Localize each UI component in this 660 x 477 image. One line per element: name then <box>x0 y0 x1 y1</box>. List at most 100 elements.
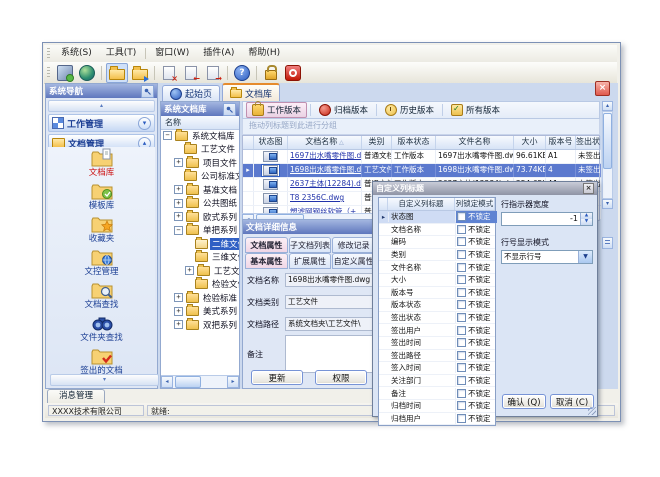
dialog-row-4[interactable]: 文件名称不锁定 <box>379 261 495 274</box>
doc-checkin-button[interactable] <box>181 64 201 82</box>
row-indicator-width-spinner[interactable]: -1 ▲ ▼ <box>501 212 593 226</box>
expand-icon[interactable]: + <box>174 307 183 316</box>
table-row-1[interactable]: ▸1698出水嘴零件图.dwg工艺文件工作版本1698出水嘴零件图.dwg73.… <box>243 164 599 178</box>
permission-button[interactable]: 权限 <box>315 370 367 385</box>
tree-node-3[interactable]: 公司标准文件 <box>161 170 239 184</box>
lock-checkbox[interactable] <box>457 237 466 246</box>
pin-icon[interactable] <box>223 103 236 116</box>
lock-checkbox[interactable] <box>457 401 466 410</box>
detail-tab-tabs_row2-2[interactable]: 自定义属性 <box>332 253 375 269</box>
dialog-row-15[interactable]: 归档时间不锁定 <box>379 400 495 413</box>
lock-checkbox[interactable] <box>457 363 466 372</box>
sidebar-item-6[interactable]: 签出的文档 <box>48 345 155 377</box>
column-title-header[interactable]: 自定义列标题 <box>388 198 455 210</box>
sidebar-group-work[interactable]: 工作管理 ▾ <box>48 114 155 132</box>
dialog-row-0[interactable]: ▸状态图不锁定 <box>379 211 495 224</box>
detail-tab-tabs_row2-0[interactable]: 基本属性 <box>245 253 288 269</box>
document-link[interactable]: 1697出水嘴零件图.dwg <box>290 151 362 160</box>
help-button[interactable] <box>232 64 252 82</box>
expand-icon[interactable]: + <box>174 212 183 221</box>
expand-icon[interactable]: + <box>174 293 183 302</box>
lock-checkbox[interactable] <box>457 212 466 221</box>
open-library-button[interactable] <box>106 63 128 83</box>
detail-tab-tabs_row1-1[interactable]: 子文档列表 <box>289 237 332 253</box>
column-header-3[interactable]: 版本状态 <box>392 136 436 149</box>
tree-node-14[interactable]: +双把系列 <box>161 318 239 332</box>
version-button-1[interactable]: 归档版本 <box>314 103 373 117</box>
tree-node-10[interactable]: +工艺文件 <box>161 264 239 278</box>
sidebar-item-0[interactable]: 文档库 <box>48 147 155 180</box>
expand-icon[interactable]: + <box>174 199 183 208</box>
monitor-status-button[interactable] <box>55 64 75 82</box>
dialog-row-1[interactable]: 文档名称不锁定 <box>379 224 495 237</box>
menu-item-2[interactable]: 窗口(W) <box>148 46 196 61</box>
sidebar-item-4[interactable]: 文档查找 <box>48 279 155 312</box>
update-button[interactable]: 更新 <box>251 370 303 385</box>
switch-library-button[interactable] <box>130 64 150 82</box>
spin-down-icon[interactable]: ▼ <box>580 219 592 225</box>
menu-item-3[interactable]: 插件(A) <box>196 46 241 61</box>
doc-path-field[interactable]: 系统文档夹\工艺文件\ <box>285 317 374 331</box>
dialog-row-7[interactable]: 版本状态不锁定 <box>379 299 495 312</box>
dialog-row-10[interactable]: 签出时间不锁定 <box>379 337 495 350</box>
doc-delete-button[interactable] <box>159 64 179 82</box>
tree-node-11[interactable]: 检验文件 <box>161 278 239 292</box>
scrollbar-thumb[interactable] <box>603 113 612 169</box>
document-link[interactable]: 1698出水嘴零件图.dwg <box>290 165 362 174</box>
dialog-row-9[interactable]: 签出用户不锁定 <box>379 324 495 337</box>
pin-icon[interactable] <box>141 85 154 98</box>
dialog-row-5[interactable]: 大小不锁定 <box>379 274 495 287</box>
dialog-row-12[interactable]: 签入时间不锁定 <box>379 362 495 375</box>
lock-checkbox[interactable] <box>457 300 466 309</box>
collapse-icon[interactable]: − <box>163 131 172 140</box>
column-header-2[interactable]: 类别 <box>362 136 392 149</box>
lock-checkbox[interactable] <box>457 263 466 272</box>
dialog-row-8[interactable]: 签出状态不锁定 <box>379 312 495 325</box>
sidebar-item-1[interactable]: 模板库 <box>48 180 155 213</box>
sidebar-item-2[interactable]: 收藏夹 <box>48 213 155 246</box>
tree-node-8[interactable]: 二维文件 <box>161 237 239 251</box>
table-row-0[interactable]: 1697出水嘴零件图.dwg普通文档工作版本1697出水嘴零件图.dwg96.6… <box>243 150 599 164</box>
lock-checkbox[interactable] <box>457 326 466 335</box>
column-header-1[interactable]: 文档名称 △ <box>288 136 362 149</box>
tab-message-management[interactable]: 消息管理 <box>47 389 105 404</box>
remark-field[interactable] <box>285 335 374 373</box>
document-link[interactable]: 2637主体(12284).dwg <box>290 179 362 188</box>
tree-node-0[interactable]: −系统文档库 <box>161 129 239 143</box>
dialog-row-2[interactable]: 编码不锁定 <box>379 236 495 249</box>
table-vertical-scrollbar[interactable]: ▴ ▾ <box>602 101 613 231</box>
row-number-mode-select[interactable]: 不显示行号 ▼ <box>501 250 593 264</box>
scroll-right-icon[interactable]: ▸ <box>227 376 239 388</box>
expand-icon[interactable]: + <box>185 266 194 275</box>
scroll-down-icon[interactable]: ▾ <box>602 199 613 209</box>
sidebar-scroll-up[interactable]: ▴ <box>48 100 155 112</box>
column-header-6[interactable]: 版本号 <box>546 136 576 149</box>
tree-node-12[interactable]: +检验标准 <box>161 291 239 305</box>
sidebar-item-5[interactable]: 文件夹查找 <box>48 312 155 345</box>
detail-tab-tabs_row2-1[interactable]: 扩展属性 <box>289 253 332 269</box>
column-header-7[interactable]: 签出状态 <box>576 136 601 149</box>
dialog-row-13[interactable]: 关注部门不锁定 <box>379 375 495 388</box>
lock-button[interactable] <box>261 64 281 82</box>
dialog-row-6[interactable]: 版本号不锁定 <box>379 287 495 300</box>
doc-checkout-button[interactable] <box>203 64 223 82</box>
column-header-4[interactable]: 文件名称 <box>436 136 514 149</box>
lock-checkbox[interactable] <box>457 376 466 385</box>
lock-checkbox[interactable] <box>457 250 466 259</box>
menu-item-4[interactable]: 帮助(H) <box>241 46 287 61</box>
dialog-titlebar[interactable]: 自定义列标题 × <box>373 182 597 195</box>
lock-checkbox[interactable] <box>457 389 466 398</box>
tree-column-header[interactable]: 名称 <box>161 116 239 130</box>
detail-tab-tabs_row1-0[interactable]: 文档属性 <box>245 237 288 253</box>
lock-checkbox[interactable] <box>457 351 466 360</box>
tree-node-6[interactable]: +欧式系列 <box>161 210 239 224</box>
tree-node-2[interactable]: +项目文件 <box>161 156 239 170</box>
exit-button[interactable] <box>283 64 303 82</box>
scrollbar-thumb[interactable] <box>175 376 201 388</box>
tree-node-4[interactable]: +基准文档 <box>161 183 239 197</box>
dialog-row-14[interactable]: 备注不锁定 <box>379 387 495 400</box>
tree-node-1[interactable]: 工艺文件 <box>161 143 239 157</box>
tree-horizontal-scrollbar[interactable]: ◂ ▸ <box>161 375 239 388</box>
lock-checkbox[interactable] <box>457 275 466 284</box>
confirm-button[interactable]: 确认 (Q) <box>502 394 546 409</box>
